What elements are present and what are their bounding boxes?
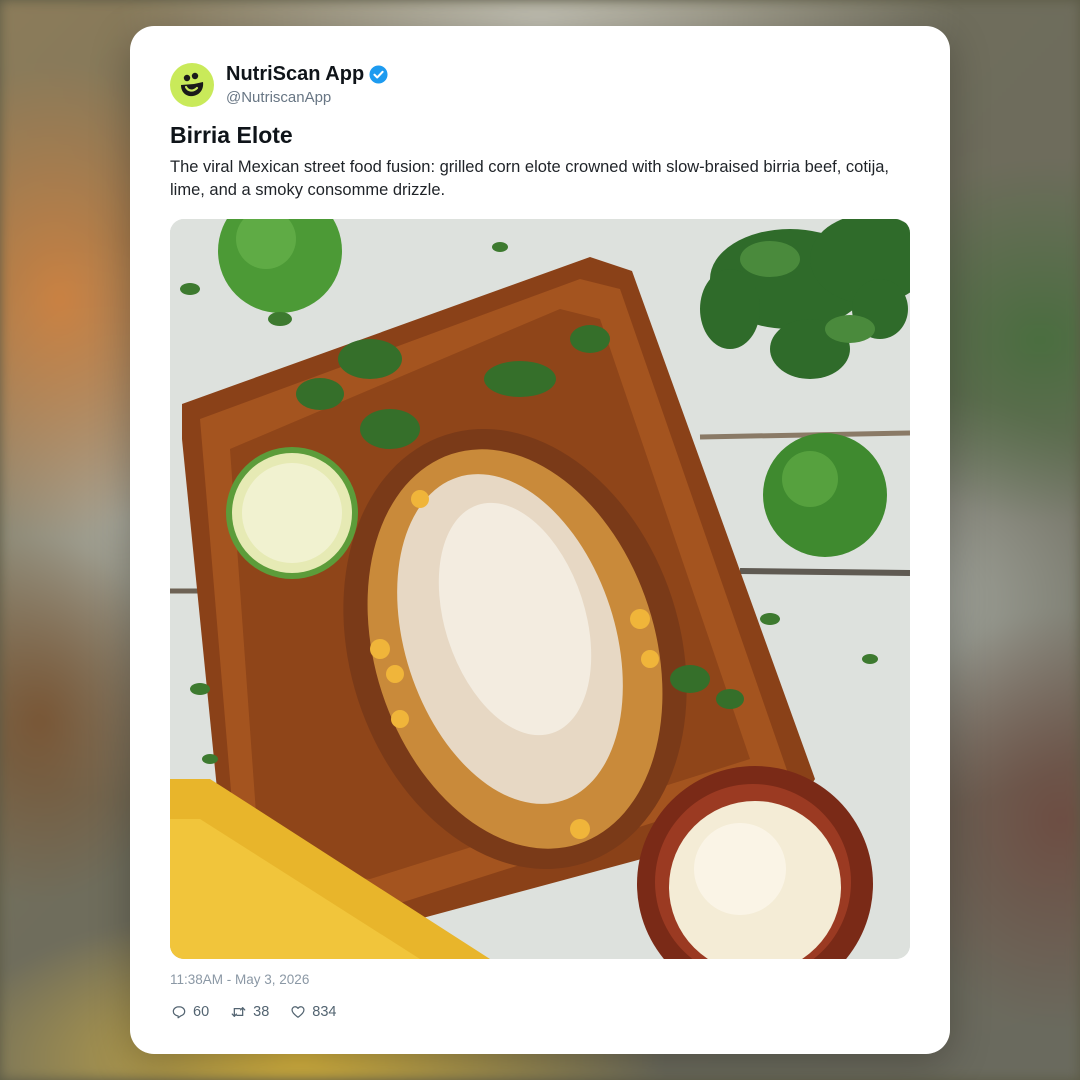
reply-count: 60 bbox=[193, 1004, 210, 1020]
post-body: The viral Mexican street food fusion: gr… bbox=[170, 158, 889, 199]
like-count: 834 bbox=[312, 1004, 337, 1020]
display-name-row: NutriScan App bbox=[226, 62, 388, 86]
author-info: NutriScan App @NutriscanApp bbox=[226, 62, 388, 108]
reply-button[interactable]: 60 bbox=[172, 1004, 209, 1020]
avatar[interactable] bbox=[170, 63, 214, 107]
smiley-logo-icon bbox=[181, 72, 204, 97]
food-photo bbox=[170, 219, 910, 959]
post-card: NutriScan App @NutriscanApp Birria Elote… bbox=[130, 26, 950, 1054]
post-timestamp[interactable]: 11:38AM - May 3, 2026 bbox=[170, 972, 309, 987]
author-handle[interactable]: @NutriscanApp bbox=[226, 88, 388, 108]
post-title: Birria Elote bbox=[170, 122, 293, 148]
heart-icon bbox=[291, 1006, 305, 1018]
verified-badge-icon bbox=[369, 64, 388, 84]
post-actions: 60 38 834 bbox=[172, 1004, 358, 1020]
like-button[interactable]: 834 bbox=[291, 1004, 336, 1020]
post-header: NutriScan App @NutriscanApp bbox=[170, 62, 388, 108]
post-image[interactable] bbox=[170, 219, 910, 959]
repost-icon bbox=[231, 1007, 246, 1017]
author-name[interactable]: NutriScan App bbox=[226, 62, 364, 86]
repost-button[interactable]: 38 bbox=[231, 1004, 269, 1020]
reply-icon bbox=[172, 1006, 186, 1019]
repost-count: 38 bbox=[253, 1004, 270, 1020]
